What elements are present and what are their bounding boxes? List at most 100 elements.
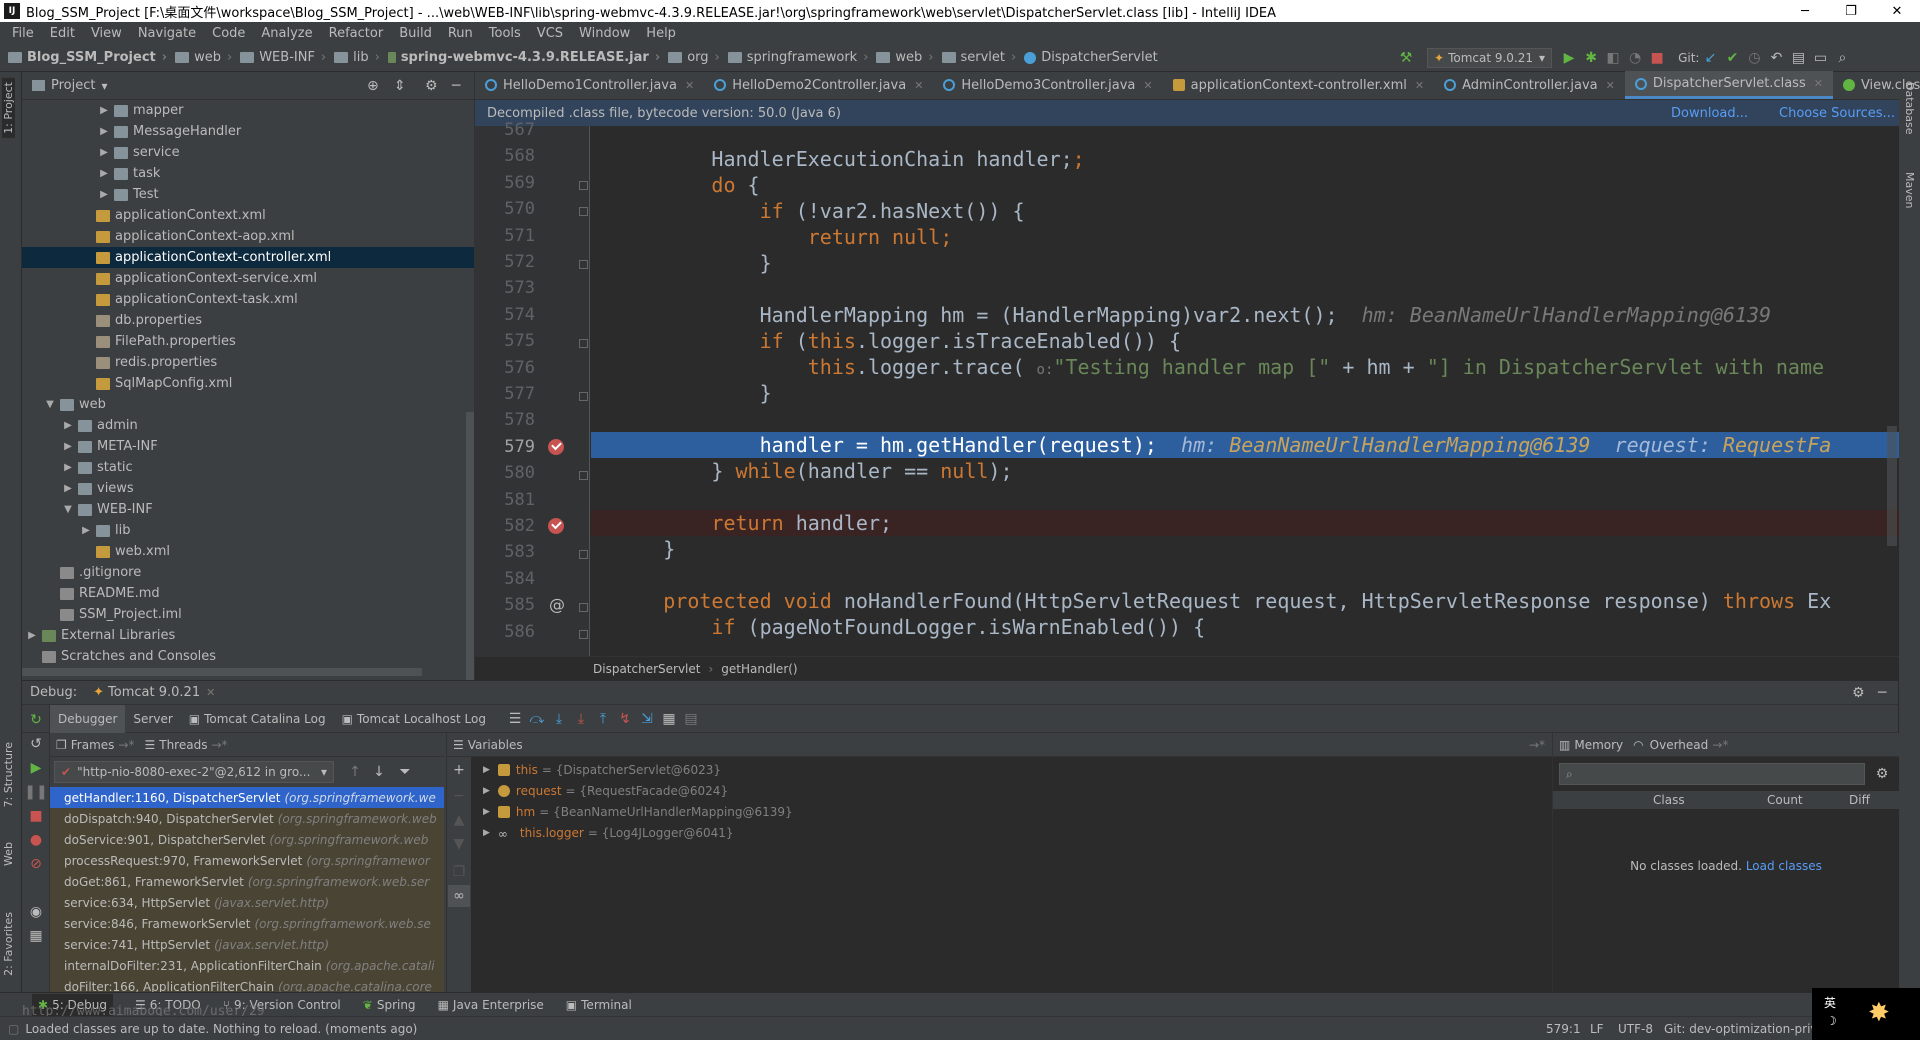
col-diff[interactable]: Diff (1849, 793, 1870, 807)
drop-frame-icon[interactable]: ↯ (614, 708, 636, 730)
chevron-right-icon[interactable]: ▶ (26, 630, 38, 641)
editor-tab[interactable]: View.class✕ (1833, 71, 1920, 99)
git-history-icon[interactable]: ◷ (1743, 47, 1765, 69)
chevron-down-icon[interactable]: ▾ (101, 79, 107, 93)
tree-item[interactable]: applicationContext-task.xml (22, 289, 474, 310)
code-breadcrumb-class[interactable]: DispatcherServlet (593, 662, 700, 676)
close-icon[interactable]: ✕ (914, 79, 923, 92)
line-number[interactable]: 585 (475, 595, 535, 615)
memory-search-input[interactable]: ⌕ (1559, 763, 1865, 785)
close-icon[interactable]: ✕ (685, 79, 694, 92)
project-view-select[interactable]: Project (51, 78, 95, 93)
line-number[interactable]: 575 (475, 331, 535, 351)
filter-icon[interactable]: ⏷ (394, 761, 416, 783)
file-encoding[interactable]: UTF-8 (1618, 1022, 1653, 1036)
resume-icon[interactable]: ▶ (25, 757, 47, 779)
fold-marker-icon[interactable] (579, 180, 588, 190)
menu-build[interactable]: Build (391, 26, 440, 41)
tree-item[interactable]: ▶ External Libraries (22, 625, 474, 646)
breadcrumb-lib[interactable]: lib › (334, 50, 386, 65)
run-icon[interactable]: ▶ (1558, 47, 1580, 69)
tab-catalina-log[interactable]: ▣ Tomcat Catalina Log (181, 705, 334, 733)
stop-icon[interactable]: ■ (25, 805, 47, 827)
gear-icon[interactable]: ⚙ (425, 78, 438, 94)
gear-icon[interactable]: ⚙ (1871, 763, 1893, 785)
menu-edit[interactable]: Edit (42, 26, 83, 41)
line-number[interactable]: 572 (475, 252, 535, 272)
editor-tab[interactable]: DispatcherServlet.class ✕ (1624, 71, 1833, 99)
tree-item[interactable]: db.properties (22, 310, 474, 331)
stack-frame[interactable]: internalDoFilter:231, ApplicationFilterC… (50, 955, 444, 976)
tree-item[interactable]: applicationContext-controller.xml (22, 247, 474, 268)
stack-frame[interactable]: processRequest:970, FrameworkServlet (org… (50, 850, 444, 871)
web-tool-tab[interactable]: Web (2, 842, 15, 866)
stack-frame[interactable]: doGet:861, FrameworkServlet (org.springfr… (50, 871, 444, 892)
line-number[interactable]: 571 (475, 226, 535, 246)
tree-item[interactable]: ▶ lib (22, 520, 474, 541)
arrow-down-icon[interactable]: ↓ (368, 761, 390, 783)
tool-java-enterprise[interactable]: ▦ Java Enterprise (438, 998, 544, 1012)
tree-item[interactable]: web.xml (22, 541, 474, 562)
menu-run[interactable]: Run (440, 26, 481, 41)
tree-item[interactable]: ▶ mapper (22, 100, 474, 121)
build-hammer-icon[interactable]: ⚒ (1395, 47, 1417, 69)
choose-sources-link[interactable]: Choose Sources... (1779, 106, 1895, 121)
tree-item[interactable]: ▶ admin (22, 415, 474, 436)
chevron-right-icon[interactable]: ▶ (98, 189, 110, 200)
thread-select[interactable]: ✔ "http-nio-8080-exec-2"@2,612 in gro...… (54, 761, 334, 783)
chevron-right-icon[interactable]: ▶ (98, 147, 110, 158)
tree-item[interactable]: applicationContext-aop.xml (22, 226, 474, 247)
maven-tool-tab[interactable]: Maven (1903, 172, 1916, 208)
tree-item[interactable]: applicationContext-service.xml (22, 268, 474, 289)
chevron-right-icon[interactable]: ▶ (62, 462, 74, 473)
variable-row[interactable]: ▶ request = {RequestFacade@6024} (483, 780, 728, 801)
line-number[interactable]: 581 (475, 490, 535, 510)
camera-icon[interactable]: ◉ (25, 901, 47, 923)
load-classes-link[interactable]: Load classes (1746, 859, 1822, 873)
tree-item[interactable]: ▶ Test (22, 184, 474, 205)
breadcrumb-org[interactable]: org › (668, 50, 726, 65)
fold-marker-icon[interactable] (579, 392, 588, 401)
debug-session-tab[interactable]: Tomcat 9.0.21 (108, 685, 200, 700)
line-number[interactable]: 573 (475, 278, 535, 298)
show-watches-icon[interactable]: ∞ (448, 885, 470, 907)
close-window-button[interactable]: ✕ (1874, 0, 1920, 22)
add-watch-icon[interactable]: + (448, 759, 470, 781)
tree-item[interactable]: applicationContext.xml (22, 205, 474, 226)
editor-tab[interactable]: HelloDemo3Controller.java ✕ (933, 71, 1162, 99)
tab-debugger[interactable]: Debugger (50, 704, 126, 733)
git-branch[interactable]: Git: dev-optimization-priv (1664, 1022, 1818, 1036)
stack-frame[interactable]: doService:901, DispatcherServlet (org.spr… (50, 829, 444, 850)
editor-scrollbar[interactable] (1887, 426, 1897, 546)
fold-marker-icon[interactable] (579, 339, 588, 349)
show-execution-point-icon[interactable]: ☰ (504, 708, 526, 730)
git-update-icon[interactable]: ↙ (1699, 47, 1721, 69)
minimize-button[interactable]: ─ (1782, 0, 1828, 22)
favorites-tool-tab[interactable]: 2: Favorites (2, 912, 15, 976)
collapse-all-icon[interactable]: ⇕ (394, 78, 406, 94)
line-number[interactable]: 574 (475, 305, 535, 325)
breadcrumb-jar[interactable]: spring-webmvc-4.3.9.RELEASE.jar › (387, 50, 666, 65)
step-out-icon[interactable]: ⤒ (592, 708, 614, 730)
run-config-select[interactable]: ✦ Tomcat 9.0.21 ▾ (1427, 48, 1553, 68)
chevron-right-icon[interactable]: ▶ (483, 765, 490, 775)
fold-marker-icon[interactable] (579, 603, 588, 613)
force-step-into-icon[interactable]: ⤓ (570, 708, 592, 730)
rerun-icon[interactable]: ↻ (25, 709, 47, 731)
tree-item[interactable]: ▼ web (22, 394, 474, 415)
line-number[interactable]: 578 (475, 410, 535, 430)
breakpoint-icon[interactable] (548, 438, 564, 455)
move-up-icon[interactable]: ▲ (448, 809, 470, 831)
maximize-button[interactable]: ❐ (1828, 0, 1874, 22)
evaluate-expression-icon[interactable]: ▦ (658, 708, 680, 730)
line-number[interactable]: 569 (475, 173, 535, 193)
tree-item[interactable]: redis.properties (22, 352, 474, 373)
breadcrumb-class[interactable]: DispatcherServlet (1024, 50, 1158, 65)
breadcrumb-project[interactable]: Blog_SSM_Project › (8, 50, 173, 65)
menu-help[interactable]: Help (638, 26, 684, 41)
tool-spring[interactable]: ❦ Spring (363, 998, 416, 1012)
fold-marker-icon[interactable] (579, 629, 588, 639)
coverage-icon[interactable]: ◧ (1602, 47, 1624, 69)
stack-frame[interactable]: doFilter:166, ApplicationFilterChain (org… (50, 976, 444, 993)
variable-row[interactable]: ▶ this = {DispatcherServlet@6023} (483, 759, 721, 780)
